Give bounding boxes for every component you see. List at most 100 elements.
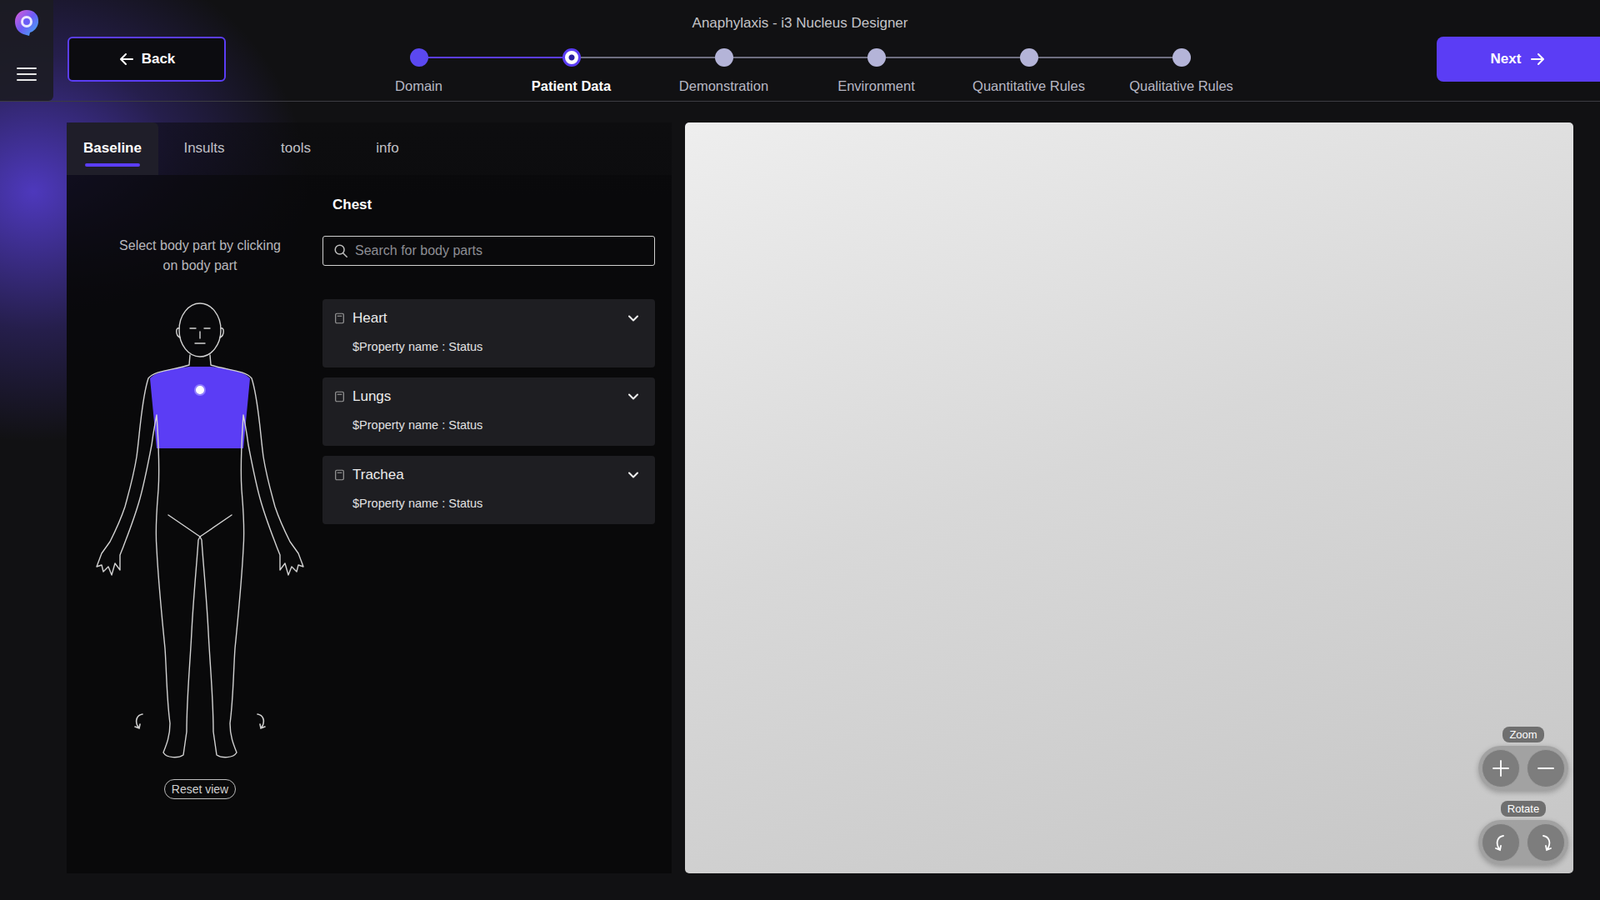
step-connector	[1105, 56, 1173, 59]
back-button[interactable]: Back	[67, 36, 226, 82]
tab[interactable]: Baseline	[66, 122, 159, 175]
panel-body: Select body part by clicking on body par…	[66, 175, 672, 874]
step[interactable]: Quantitative Rules	[952, 48, 1105, 95]
organ-header: Lungs	[335, 388, 640, 405]
step-label: Qualitative Rules	[1129, 77, 1234, 95]
organ-list: Heart $Property name : Status Lungs $Pro…	[322, 299, 655, 525]
zoom-in-button[interactable]	[1481, 749, 1520, 788]
rotate-right-icon[interactable]	[251, 710, 269, 731]
menu-icon[interactable]	[15, 65, 38, 83]
tab[interactable]: info	[341, 122, 434, 175]
rotate-label: Rotate	[1500, 800, 1546, 817]
step-connector	[1038, 56, 1106, 59]
human-figure-icon[interactable]	[91, 298, 309, 765]
search-icon	[333, 243, 349, 259]
step[interactable]: Patient Data	[495, 48, 648, 95]
reset-view-button[interactable]: Reset view	[164, 779, 236, 800]
search-input[interactable]	[355, 238, 645, 264]
arrow-left-icon	[118, 50, 135, 68]
back-label: Back	[141, 50, 176, 68]
step-dot	[1172, 48, 1191, 67]
organ-card[interactable]: Trachea $Property name : Status	[322, 455, 655, 525]
patient-data-panel: Baseline Insults tools info Select body …	[66, 122, 672, 874]
step[interactable]: Qualitative Rules	[1105, 48, 1258, 95]
step-label: Domain	[395, 77, 443, 95]
rotate-left-icon[interactable]	[131, 710, 149, 731]
arrow-right-icon	[1529, 50, 1546, 68]
header-center: Anaphylaxis - i3 Nucleus Designer Domain…	[342, 0, 1258, 101]
step[interactable]: Environment	[800, 48, 953, 95]
body-figure[interactable]	[91, 298, 309, 765]
organ-property: $Property name : Status	[352, 338, 640, 355]
chevron-down-icon[interactable]	[626, 311, 640, 325]
organ-property: $Property name : Status	[352, 495, 640, 512]
app-logo-icon[interactable]	[12, 8, 41, 37]
tab-label: Baseline	[83, 140, 142, 157]
zoom-controls	[1478, 745, 1569, 791]
organ-name: Trachea	[352, 466, 619, 484]
rotate-right-button[interactable]	[1526, 823, 1565, 862]
step-connector	[800, 56, 868, 59]
organ-name: Heart	[352, 310, 619, 327]
designer-app: Back Anaphylaxis - i3 Nucleus Designer D…	[0, 0, 1600, 900]
organ-header: Heart	[335, 310, 640, 327]
3d-viewport[interactable]: Zoom Rotate	[685, 122, 1574, 874]
next-label: Next	[1490, 50, 1522, 68]
step-dot	[1020, 48, 1039, 67]
tab-underline	[268, 163, 324, 167]
chest-marker	[195, 385, 205, 395]
step-connector	[885, 56, 954, 59]
step-connector	[647, 56, 715, 59]
step-label: Demonstration	[679, 77, 769, 95]
step-connector	[495, 56, 563, 59]
organ-card[interactable]: Heart $Property name : Status	[322, 299, 655, 368]
stepper: Domain Patient Data Demonstration Enviro…	[342, 48, 1258, 95]
step-connector	[952, 56, 1020, 59]
search-field[interactable]	[322, 235, 655, 266]
plus-icon	[1490, 758, 1511, 779]
organ-item-icon	[335, 312, 345, 325]
minus-icon	[1535, 758, 1556, 779]
step-connector	[733, 56, 801, 59]
step-dot	[715, 48, 734, 67]
organ-name: Lungs	[352, 388, 619, 405]
workspace: Baseline Insults tools info Select body …	[0, 101, 1600, 900]
viewport-controls: Zoom Rotate	[1478, 726, 1569, 865]
step-dot	[562, 48, 581, 67]
tab[interactable]: tools	[250, 122, 342, 175]
top-bar: Back Anaphylaxis - i3 Nucleus Designer D…	[0, 0, 1600, 102]
tab-underline	[85, 163, 140, 167]
chevron-down-icon[interactable]	[626, 468, 640, 482]
rotate-left-icon	[1492, 832, 1510, 853]
zoom-out-button[interactable]	[1526, 749, 1565, 788]
tab-label: tools	[280, 140, 311, 157]
rotate-controls	[1478, 820, 1569, 865]
tab[interactable]: Insults	[158, 122, 250, 175]
step[interactable]: Domain	[342, 48, 495, 95]
rotate-right-icon	[1537, 832, 1555, 853]
step-connector	[580, 56, 649, 59]
step-label: Environment	[837, 77, 915, 95]
header-left: Back	[0, 0, 343, 101]
organ-card[interactable]: Lungs $Property name : Status	[322, 377, 655, 446]
rotate-left-button[interactable]	[1481, 823, 1520, 862]
tab-underline	[360, 163, 415, 167]
step[interactable]: Demonstration	[647, 48, 800, 95]
next-button[interactable]: Next	[1436, 36, 1600, 82]
body-map-hint: Select body part by clicking on body par…	[116, 235, 284, 276]
header-right: Next	[1257, 0, 1600, 101]
tab-bar: Baseline Insults tools info	[66, 122, 672, 175]
chest-region[interactable]	[150, 366, 250, 449]
tab-label: Insults	[183, 140, 225, 157]
step-dot	[867, 48, 886, 67]
step-connector	[428, 56, 496, 59]
window-title: Anaphylaxis - i3 Nucleus Designer	[692, 15, 909, 32]
organ-header: Trachea	[335, 466, 640, 484]
organ-list-panel: Chest Heart $Property name : Status Lung…	[322, 175, 655, 874]
organ-item-icon	[335, 469, 345, 481]
zoom-label: Zoom	[1502, 726, 1544, 743]
organ-property: $Property name : Status	[352, 416, 640, 434]
tab-label: info	[375, 140, 399, 157]
logo-block	[0, 0, 54, 101]
chevron-down-icon[interactable]	[626, 390, 640, 404]
